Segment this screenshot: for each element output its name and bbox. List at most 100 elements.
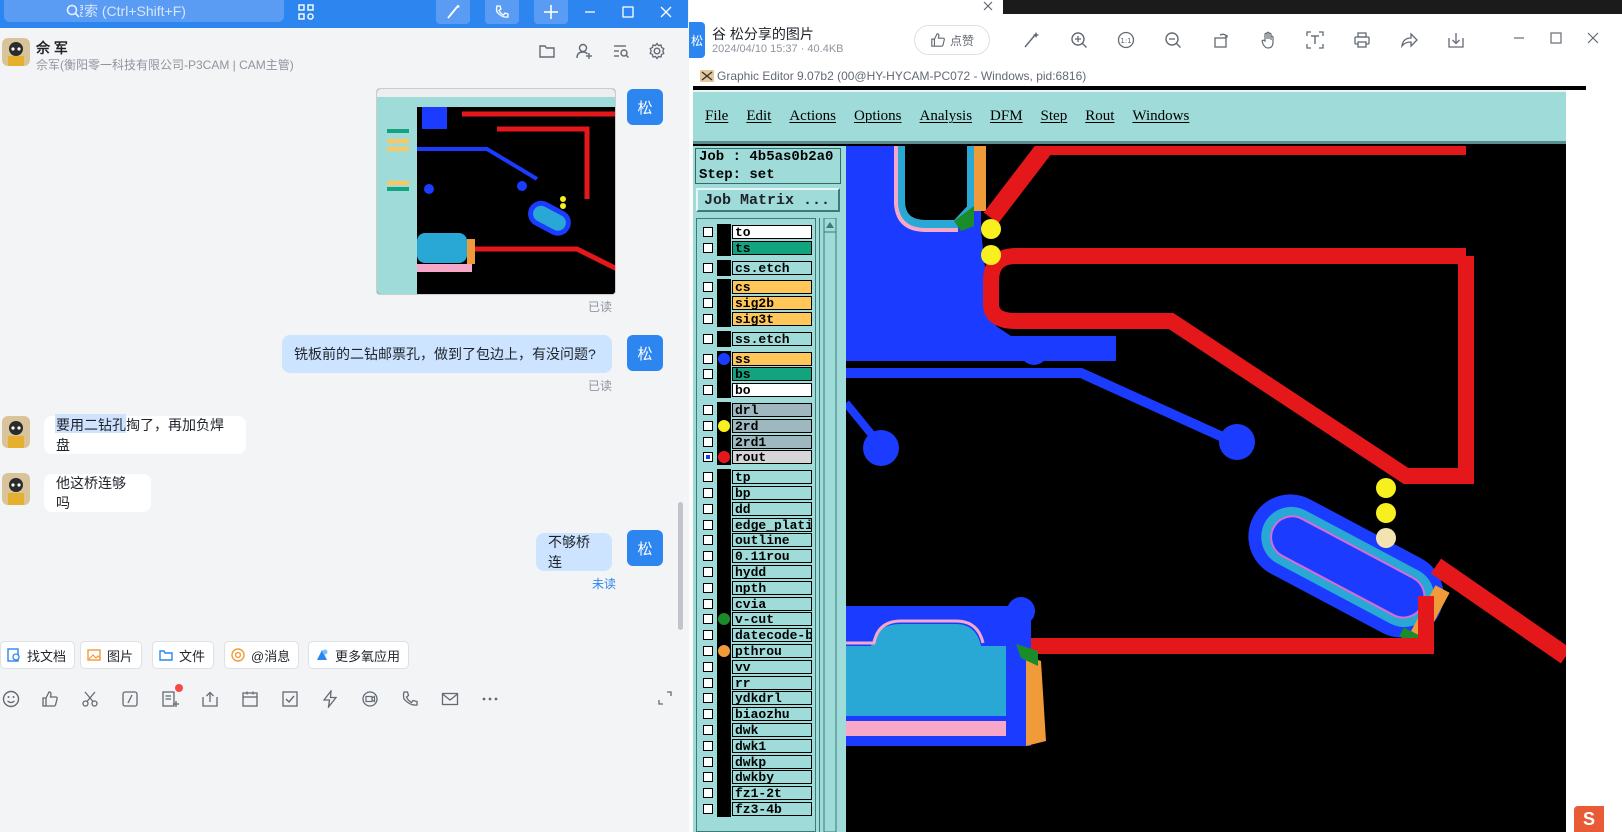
layer-checkbox[interactable] xyxy=(703,227,713,237)
magic-button[interactable] xyxy=(436,0,470,24)
job-matrix-button[interactable]: Job Matrix ... xyxy=(696,188,840,212)
menu-actions[interactable]: Actions xyxy=(789,108,836,125)
layer-row[interactable]: npth xyxy=(697,579,816,596)
layer-row[interactable]: to xyxy=(697,224,816,240)
command-icon[interactable] xyxy=(121,690,139,708)
expand-icon[interactable] xyxy=(657,690,673,706)
layer-checkbox[interactable] xyxy=(703,630,713,641)
file-button[interactable]: 文件 xyxy=(152,641,215,669)
layer-checkbox[interactable] xyxy=(703,452,713,463)
folder-icon[interactable] xyxy=(538,42,556,60)
layer-row[interactable]: ss xyxy=(697,350,816,367)
layer-row[interactable]: drl xyxy=(697,402,816,418)
menu-dfm[interactable]: DFM xyxy=(990,108,1023,125)
search-history-icon[interactable] xyxy=(612,42,630,60)
layer-row[interactable]: dd xyxy=(697,500,816,517)
layer-row[interactable]: cvia xyxy=(697,595,816,612)
layer-row[interactable]: fz3-4b xyxy=(697,801,816,817)
menu-options[interactable]: Options xyxy=(854,108,902,125)
call-button[interactable] xyxy=(485,0,519,24)
layer-row[interactable]: bo xyxy=(697,382,816,399)
phone-icon[interactable] xyxy=(401,690,419,708)
add-member-icon[interactable] xyxy=(575,42,593,60)
layer-scrollbar[interactable] xyxy=(819,218,840,832)
my-avatar[interactable]: 松 xyxy=(627,530,663,566)
layer-row[interactable]: tp xyxy=(697,469,816,486)
layer-checkbox[interactable] xyxy=(703,436,713,447)
layer-row[interactable]: rr xyxy=(697,674,816,691)
menu-step[interactable]: Step xyxy=(1041,108,1068,125)
zoom-in-icon[interactable] xyxy=(1070,31,1088,49)
ime-logo-icon[interactable]: S xyxy=(1574,806,1604,832)
zoom-out-icon[interactable] xyxy=(1164,31,1182,49)
pcb-canvas[interactable] xyxy=(846,146,1566,832)
layer-checkbox[interactable] xyxy=(703,385,713,396)
layer-row[interactable]: sig2b xyxy=(697,295,816,312)
print-icon[interactable] xyxy=(1353,31,1371,49)
layer-checkbox[interactable] xyxy=(703,519,713,530)
layer-checkbox[interactable] xyxy=(703,298,713,309)
layer-checkbox[interactable] xyxy=(703,804,713,814)
scissors-icon[interactable] xyxy=(81,690,99,708)
mention-button[interactable]: @消息 xyxy=(224,641,300,669)
layer-row[interactable]: bs xyxy=(697,366,816,383)
my-avatar[interactable]: 松 xyxy=(627,335,663,371)
layer-row[interactable]: datecode-bo xyxy=(697,627,816,644)
layer-row[interactable]: hydd xyxy=(697,564,816,580)
layer-checkbox[interactable] xyxy=(703,661,713,672)
layer-row[interactable]: 2rd1 xyxy=(697,433,816,450)
layer-checkbox[interactable] xyxy=(703,567,713,577)
layer-checkbox[interactable] xyxy=(703,242,713,253)
task-check-icon[interactable] xyxy=(281,690,299,708)
layer-row[interactable]: 2rd xyxy=(697,417,816,434)
menu-windows[interactable]: Windows xyxy=(1132,108,1189,125)
layer-row[interactable]: dwk1 xyxy=(697,737,816,754)
layer-row[interactable]: cs xyxy=(697,279,816,296)
layer-checkbox[interactable] xyxy=(703,725,713,735)
layer-row[interactable]: ss.etch xyxy=(697,330,816,347)
emoji-icon[interactable] xyxy=(2,690,20,708)
layer-row[interactable]: dwk xyxy=(697,722,816,738)
layer-checkbox[interactable] xyxy=(703,314,713,324)
layer-checkbox[interactable] xyxy=(703,405,713,415)
layer-checkbox[interactable] xyxy=(703,472,713,483)
find-doc-button[interactable]: 找文档 xyxy=(0,641,76,669)
share-icon[interactable] xyxy=(1400,31,1418,49)
actual-size-icon[interactable]: 1:1 xyxy=(1117,31,1135,49)
add-button[interactable] xyxy=(534,0,568,24)
meeting-icon[interactable] xyxy=(361,690,379,708)
close-icon[interactable] xyxy=(1586,31,1600,45)
minimize-button[interactable] xyxy=(573,0,607,24)
layer-checkbox[interactable] xyxy=(703,353,713,364)
layer-checkbox[interactable] xyxy=(703,551,713,562)
thumbs-up-icon[interactable] xyxy=(41,690,59,708)
layer-row[interactable]: edge_plating xyxy=(697,516,816,533)
layer-checkbox[interactable] xyxy=(703,282,713,293)
apps-grid-button[interactable] xyxy=(289,0,323,24)
contact-avatar[interactable] xyxy=(2,38,30,66)
mail-icon[interactable] xyxy=(441,690,459,708)
layer-checkbox[interactable] xyxy=(703,693,713,704)
layer-row[interactable]: v-cut xyxy=(697,611,816,628)
search-input[interactable]: 搜索 (Ctrl+Shift+F) xyxy=(4,0,284,22)
layer-row[interactable]: rout xyxy=(697,449,816,466)
layer-checkbox[interactable] xyxy=(703,503,713,514)
menu-edit[interactable]: Edit xyxy=(746,108,771,125)
layer-checkbox[interactable] xyxy=(703,740,713,751)
menu-rout[interactable]: Rout xyxy=(1085,108,1114,125)
layer-checkbox[interactable] xyxy=(703,488,713,498)
minimize-icon[interactable] xyxy=(1512,31,1526,45)
shared-image-thumbnail[interactable] xyxy=(376,88,616,295)
layer-checkbox[interactable] xyxy=(703,333,713,344)
layer-row[interactable]: pthrou xyxy=(697,643,816,659)
message-bubble[interactable]: 他这桥连够吗 xyxy=(44,474,151,512)
layer-checkbox[interactable] xyxy=(703,262,713,273)
layer-checkbox[interactable] xyxy=(703,535,713,546)
download-icon[interactable] xyxy=(1447,31,1465,49)
more-apps-button[interactable]: 更多氧应用 xyxy=(308,641,410,669)
rotate-icon[interactable] xyxy=(1212,31,1230,49)
lightning-icon[interactable] xyxy=(321,690,339,708)
settings-gear-icon[interactable] xyxy=(648,42,666,60)
like-button[interactable]: 点赞 xyxy=(914,25,990,55)
layer-row[interactable]: cs.etch xyxy=(697,259,816,276)
